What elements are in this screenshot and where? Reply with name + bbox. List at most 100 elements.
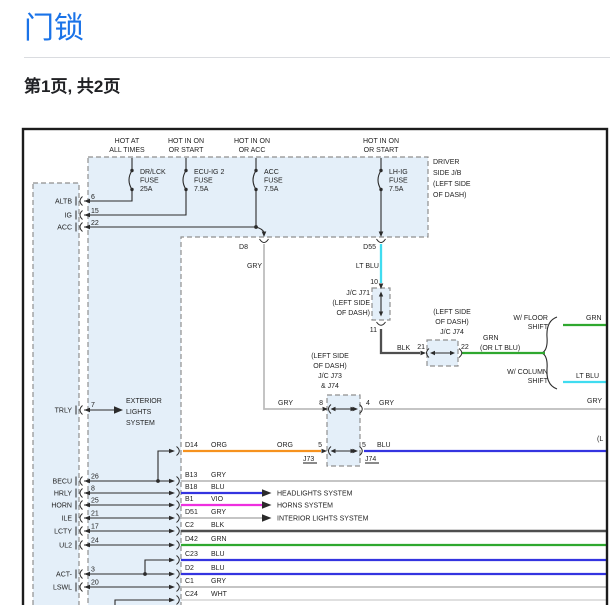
fuse-name: ACC [264, 169, 279, 176]
wire-color-label: ORG [211, 442, 227, 449]
pin-number: 24 [91, 538, 99, 545]
wire-color-label: GRY [247, 263, 262, 270]
wire-color-label: BLU [377, 442, 391, 449]
pin-name: UL2 [59, 543, 72, 550]
pin-name: ILE [61, 516, 72, 523]
power-source-labels: HOT AT ALL TIMES HOT IN ON OR START HOT … [109, 138, 399, 154]
power-label: OR START [169, 147, 204, 154]
wire-color-label: BLK [397, 345, 411, 352]
fuse-rating: 7.5A [264, 186, 279, 193]
pin-number: 25 [91, 498, 99, 505]
wire-color-label: BLU [211, 551, 225, 558]
connector-id: C24 [185, 591, 198, 598]
jc-label: OF DASH) [313, 363, 346, 370]
jc-label: (LEFT SIDE [311, 353, 349, 360]
power-label: HOT AT [115, 138, 140, 145]
pin-number: 5 [318, 442, 322, 449]
pin-name: ACC [57, 225, 72, 232]
pin-name: ACT- [56, 572, 73, 579]
wire-color-label: GRY [211, 509, 226, 516]
fuse-name: DR/LCK [140, 169, 166, 176]
junction-block-label: DRIVER SIDE J/B (LEFT SIDE OF DASH) [433, 159, 471, 199]
pin-name: IG [65, 213, 72, 220]
jb-label: OF DASH) [433, 192, 466, 199]
pin-number: 22 [461, 344, 469, 351]
power-label: OR ACC [239, 147, 266, 154]
pin-number: 4 [366, 400, 370, 407]
wire-color-label: GRY [587, 398, 602, 405]
pin-number: 10 [370, 279, 378, 286]
system-label: LIGHTS [126, 409, 152, 416]
fuse-word: FUSE [140, 178, 159, 185]
pin-name: LCTY [54, 529, 72, 536]
jc-label: (LEFT SIDE [332, 300, 370, 307]
connector-id: C23 [185, 551, 198, 558]
system-label: HORNS SYSTEM [277, 503, 333, 510]
wire-color-label: GRY [211, 578, 226, 585]
connector-id: D55 [363, 244, 376, 251]
wire-color-label: LT BLU [356, 263, 379, 270]
wire-color-label: LT BLU [576, 373, 599, 380]
jc-label: J/C J74 [440, 329, 464, 336]
system-label: EXTERIOR [126, 398, 162, 405]
wire-gry-d8 [263, 244, 322, 410]
option-label: SHIFT [528, 324, 549, 331]
pin-number: 20 [91, 580, 99, 587]
wire-color-label: GRY [278, 400, 293, 407]
power-label: HOT IN ON [168, 138, 204, 145]
option-label: W/ FLOOR [513, 315, 548, 322]
wire-color-label: GRY [379, 400, 394, 407]
door-lock-wiring-page: 门锁 第1页, 共2页 HOT AT ALL TIMES HOT IN ON O… [0, 0, 610, 605]
junction-block-box [87, 156, 429, 605]
wire-color-label: ORG [277, 442, 293, 449]
jc-label: & J74 [321, 383, 339, 390]
wire-color-label: WHT [211, 591, 228, 598]
connector-id: D42 [185, 536, 198, 543]
fuse-rating: 25A [140, 186, 153, 193]
jc-label: (LEFT SIDE [433, 309, 471, 316]
wire-color-label: BLK [211, 522, 225, 529]
connector-id: B13 [185, 472, 198, 479]
fuse-rating: 7.5A [194, 186, 209, 193]
wire-color-label: GRN [586, 315, 602, 322]
pin-name: ALTB [55, 199, 72, 206]
wire-color-label: VIO [211, 496, 224, 503]
jc-label: J/C J71 [346, 290, 370, 297]
connector-id: C1 [185, 578, 194, 585]
fuse-word: FUSE [194, 178, 213, 185]
fuse-word: FUSE [264, 178, 283, 185]
jc-label: OF DASH) [337, 310, 370, 317]
wire-color-label: (OR LT BLU) [480, 345, 520, 352]
pin-number: 21 [91, 511, 99, 518]
jc-label: J/C J73 [318, 373, 342, 380]
jc-label: OF DASH) [435, 319, 468, 326]
jc-j73-j74-box [326, 394, 361, 467]
pin-number: 21 [417, 344, 425, 351]
mid-section-labels: D8 GRY D55 LT BLU 10 J/C J71 (LEFT SIDE … [239, 244, 602, 405]
jb-label: DRIVER [433, 159, 459, 166]
fuse-word: FUSE [389, 178, 408, 185]
connector-id: D51 [185, 509, 198, 516]
pin-name: LSWL [53, 585, 72, 592]
pin-name: BECU [53, 479, 72, 486]
pin-number: 6 [91, 194, 95, 201]
power-label: ALL TIMES [109, 147, 145, 154]
power-label: OR START [364, 147, 399, 154]
connector-id: B1 [185, 496, 194, 503]
power-label: HOT IN ON [234, 138, 270, 145]
pin-number: 8 [319, 400, 323, 407]
connector-id: D8 [239, 244, 248, 251]
wire-color-label: BLU [211, 484, 225, 491]
jb-label: SIDE J/B [433, 170, 462, 177]
system-label: INTERIOR LIGHTS SYSTEM [277, 516, 369, 523]
connector-id: B18 [185, 484, 198, 491]
jb-label: (LEFT SIDE [433, 181, 471, 188]
pin-number: 15 [91, 208, 99, 215]
wire-color-label: BLU [211, 565, 225, 572]
wire-color-label: GRY [211, 472, 226, 479]
connector-id: D2 [185, 565, 194, 572]
system-label: SYSTEM [126, 420, 155, 427]
jc-id-underlined: J73 [303, 456, 314, 463]
pin-number: 7 [91, 402, 95, 409]
pin-number: 8 [91, 486, 95, 493]
